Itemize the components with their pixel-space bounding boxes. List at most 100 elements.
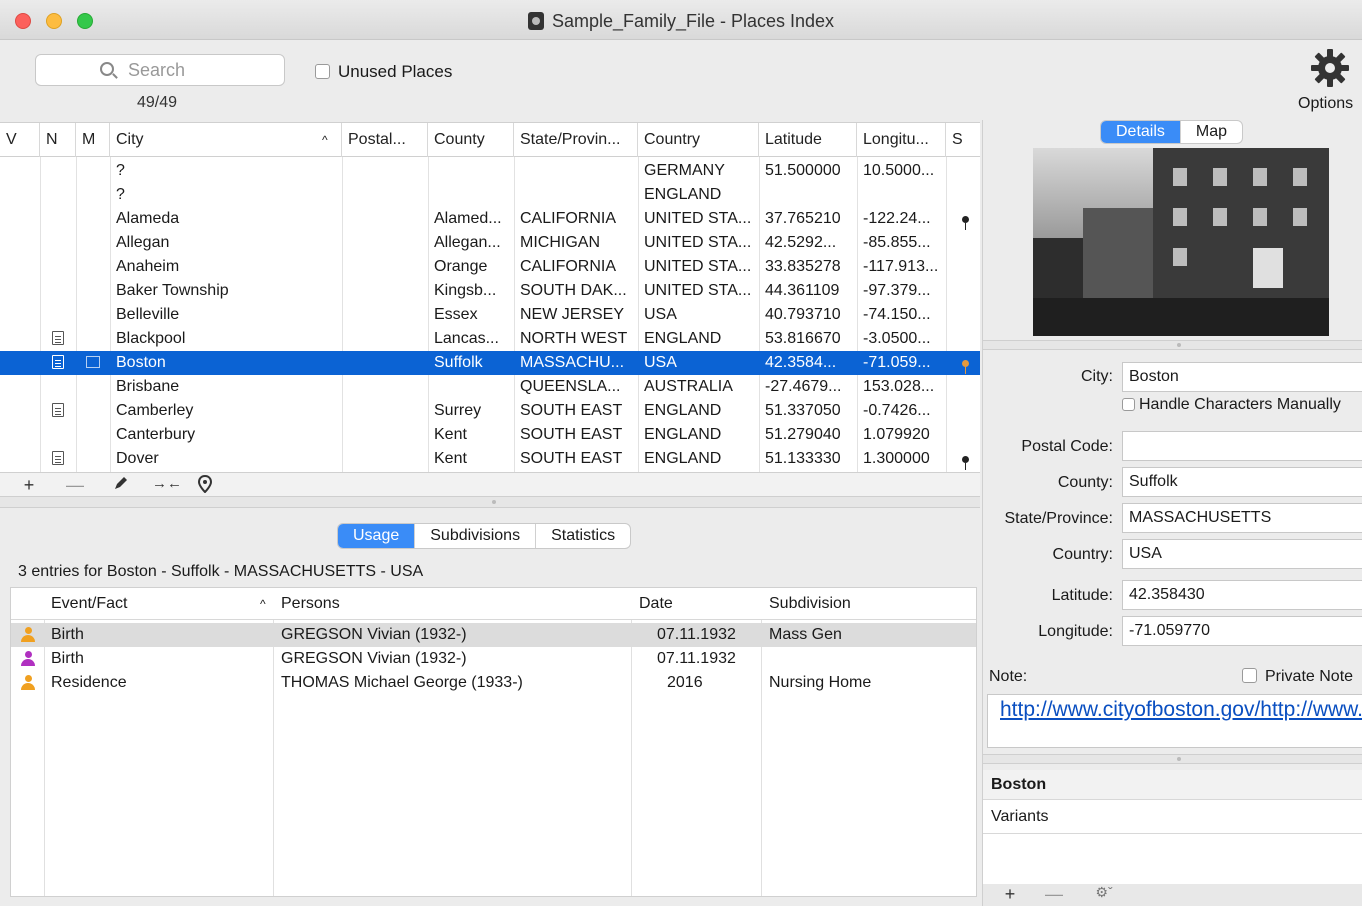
cell-postal bbox=[342, 423, 428, 447]
longitude-field[interactable]: -71.059770 bbox=[1122, 616, 1362, 646]
table-row[interactable]: Camberley Surrey SOUTH EAST ENGLAND 51.3… bbox=[0, 399, 980, 423]
horizontal-splitter[interactable] bbox=[0, 496, 980, 508]
add-variant-button[interactable]: + bbox=[995, 884, 1025, 905]
table-row[interactable]: ? ENGLAND bbox=[0, 183, 980, 207]
cell-county: Kent bbox=[434, 426, 467, 443]
variants-list bbox=[983, 834, 1362, 884]
state-field[interactable]: MASSACHUSETTS bbox=[1122, 503, 1362, 533]
col-country[interactable]: Country bbox=[638, 123, 759, 157]
col-persons[interactable]: Persons bbox=[275, 588, 340, 620]
tab-statistics[interactable]: Statistics bbox=[536, 524, 630, 548]
sort-up-icon: ^ bbox=[322, 133, 328, 147]
unused-places-toggle[interactable]: Unused Places bbox=[315, 62, 452, 82]
col-city[interactable]: City ^ bbox=[110, 123, 342, 157]
edit-place-button[interactable] bbox=[106, 475, 136, 496]
usage-date: 07.11.1932 bbox=[657, 626, 736, 643]
col-latitude[interactable]: Latitude bbox=[759, 123, 857, 157]
cell-postal bbox=[342, 327, 428, 351]
usage-row[interactable]: Birth GREGSON Vivian (1932-) 07.11.1932 bbox=[11, 647, 976, 671]
cell-city: Blackpool bbox=[116, 330, 186, 347]
cell-latitude: 37.765210 bbox=[765, 210, 841, 227]
options-label[interactable]: Options bbox=[1298, 95, 1353, 113]
cell-city: Baker Township bbox=[116, 282, 229, 299]
photo-splitter[interactable] bbox=[983, 340, 1362, 350]
photo-window bbox=[1213, 208, 1227, 226]
handle-chars-checkbox[interactable] bbox=[1122, 398, 1135, 411]
cell-latitude: 33.835278 bbox=[765, 258, 841, 275]
col-v[interactable]: V bbox=[0, 123, 40, 157]
search-field[interactable] bbox=[35, 54, 285, 86]
gear-icon[interactable] bbox=[1310, 48, 1350, 88]
search-input[interactable] bbox=[128, 59, 278, 81]
col-date[interactable]: Date bbox=[633, 588, 673, 620]
col-postal[interactable]: Postal... bbox=[342, 123, 428, 157]
tab-map[interactable]: Map bbox=[1181, 121, 1242, 143]
pin-icon bbox=[956, 207, 976, 231]
city-field[interactable]: Boston bbox=[1122, 362, 1362, 392]
latitude-field[interactable]: 42.358430 bbox=[1122, 580, 1362, 610]
county-field[interactable]: Suffolk bbox=[1122, 467, 1362, 497]
place-photo[interactable] bbox=[1033, 148, 1329, 336]
cell-city: Brisbane bbox=[116, 378, 180, 395]
cell-city: Anaheim bbox=[116, 258, 180, 275]
table-row[interactable]: Brisbane QUEENSLA... AUSTRALIA -27.4679.… bbox=[0, 375, 980, 399]
table-row[interactable]: Blackpool Lancas... NORTH WEST ENGLAND 5… bbox=[0, 327, 980, 351]
merge-place-button[interactable]: →← bbox=[152, 475, 182, 492]
table-row-selected[interactable]: Boston Suffolk MASSACHU... USA 42.3584..… bbox=[0, 351, 980, 375]
note-text[interactable]: http://www.cityofboston.gov/http://www.c… bbox=[987, 694, 1362, 748]
cell-city: Camberley bbox=[116, 402, 194, 419]
remove-variant-button[interactable]: — bbox=[1039, 884, 1069, 905]
photo-window bbox=[1253, 168, 1267, 186]
handle-chars-toggle[interactable]: Handle Characters Manually bbox=[1122, 396, 1341, 414]
table-row[interactable]: Baker Township Kingsb... SOUTH DAK... UN… bbox=[0, 279, 980, 303]
tab-subdivisions[interactable]: Subdivisions bbox=[415, 524, 537, 548]
col-s[interactable]: S bbox=[946, 123, 980, 157]
table-row[interactable]: Anaheim Orange CALIFORNIA UNITED STA... … bbox=[0, 255, 980, 279]
col-longitude[interactable]: Longitu... bbox=[857, 123, 946, 157]
table-row[interactable]: Allegan Allegan... MICHIGAN UNITED STA..… bbox=[0, 231, 980, 255]
usage-row[interactable]: Birth GREGSON Vivian (1932-) 07.11.1932 … bbox=[11, 623, 976, 647]
usage-table: Event/Fact ^ Persons Date Subdivision Bi… bbox=[10, 587, 977, 897]
cell-latitude: 51.337050 bbox=[765, 402, 841, 419]
table-row[interactable]: Alameda Alamed... CALIFORNIA UNITED STA.… bbox=[0, 207, 980, 231]
tab-details[interactable]: Details bbox=[1101, 121, 1181, 143]
table-row[interactable]: ? GERMANY 51.500000 10.5000... bbox=[0, 159, 980, 183]
locate-place-button[interactable] bbox=[190, 474, 220, 498]
private-note-checkbox[interactable] bbox=[1242, 668, 1257, 683]
cell-state: CALIFORNIA bbox=[520, 258, 617, 275]
cell-latitude: 51.133330 bbox=[765, 450, 841, 467]
add-place-button[interactable]: + bbox=[14, 475, 44, 496]
cell-city: Belleville bbox=[116, 306, 180, 323]
cell-longitude: 1.300000 bbox=[863, 450, 930, 467]
table-row[interactable]: Belleville Essex NEW JERSEY USA 40.79371… bbox=[0, 303, 980, 327]
cell-latitude: 51.500000 bbox=[765, 162, 841, 179]
cell-longitude: -0.7426... bbox=[863, 402, 931, 419]
media-icon bbox=[86, 356, 100, 368]
tab-usage[interactable]: Usage bbox=[338, 524, 416, 548]
postal-field[interactable] bbox=[1122, 431, 1362, 461]
table-row[interactable]: Dover Kent SOUTH EAST ENGLAND 51.133330 … bbox=[0, 447, 980, 471]
col-state[interactable]: State/Provin... bbox=[514, 123, 638, 157]
search-icon bbox=[100, 62, 114, 76]
table-row[interactable]: Canterbury Kent SOUTH EAST ENGLAND 51.27… bbox=[0, 423, 980, 447]
country-field[interactable]: USA bbox=[1122, 539, 1362, 569]
unused-places-checkbox[interactable] bbox=[315, 64, 330, 79]
note-icon bbox=[52, 331, 64, 345]
details-panel: Details Map City: Boston Handle Characte… bbox=[982, 120, 1362, 906]
remove-place-button[interactable]: — bbox=[60, 475, 90, 496]
col-m[interactable]: M bbox=[76, 123, 110, 157]
col-event[interactable]: Event/Fact bbox=[45, 588, 127, 620]
col-county[interactable]: County bbox=[428, 123, 514, 157]
note-splitter[interactable] bbox=[983, 754, 1362, 764]
pin-icon bbox=[956, 447, 976, 471]
private-note-toggle[interactable]: Private Note bbox=[1242, 668, 1353, 686]
col-subdivision[interactable]: Subdivision bbox=[763, 588, 851, 620]
media-cell bbox=[80, 351, 110, 375]
pencil-icon bbox=[115, 477, 127, 489]
cell-postal bbox=[342, 207, 428, 231]
gear-menu-icon[interactable]: ⚙ˇ bbox=[1089, 884, 1119, 901]
photo-window bbox=[1293, 208, 1307, 226]
cell-latitude: 42.3584... bbox=[765, 354, 837, 371]
col-n[interactable]: N bbox=[40, 123, 76, 157]
usage-row[interactable]: Residence THOMAS Michael George (1933-) … bbox=[11, 671, 976, 695]
